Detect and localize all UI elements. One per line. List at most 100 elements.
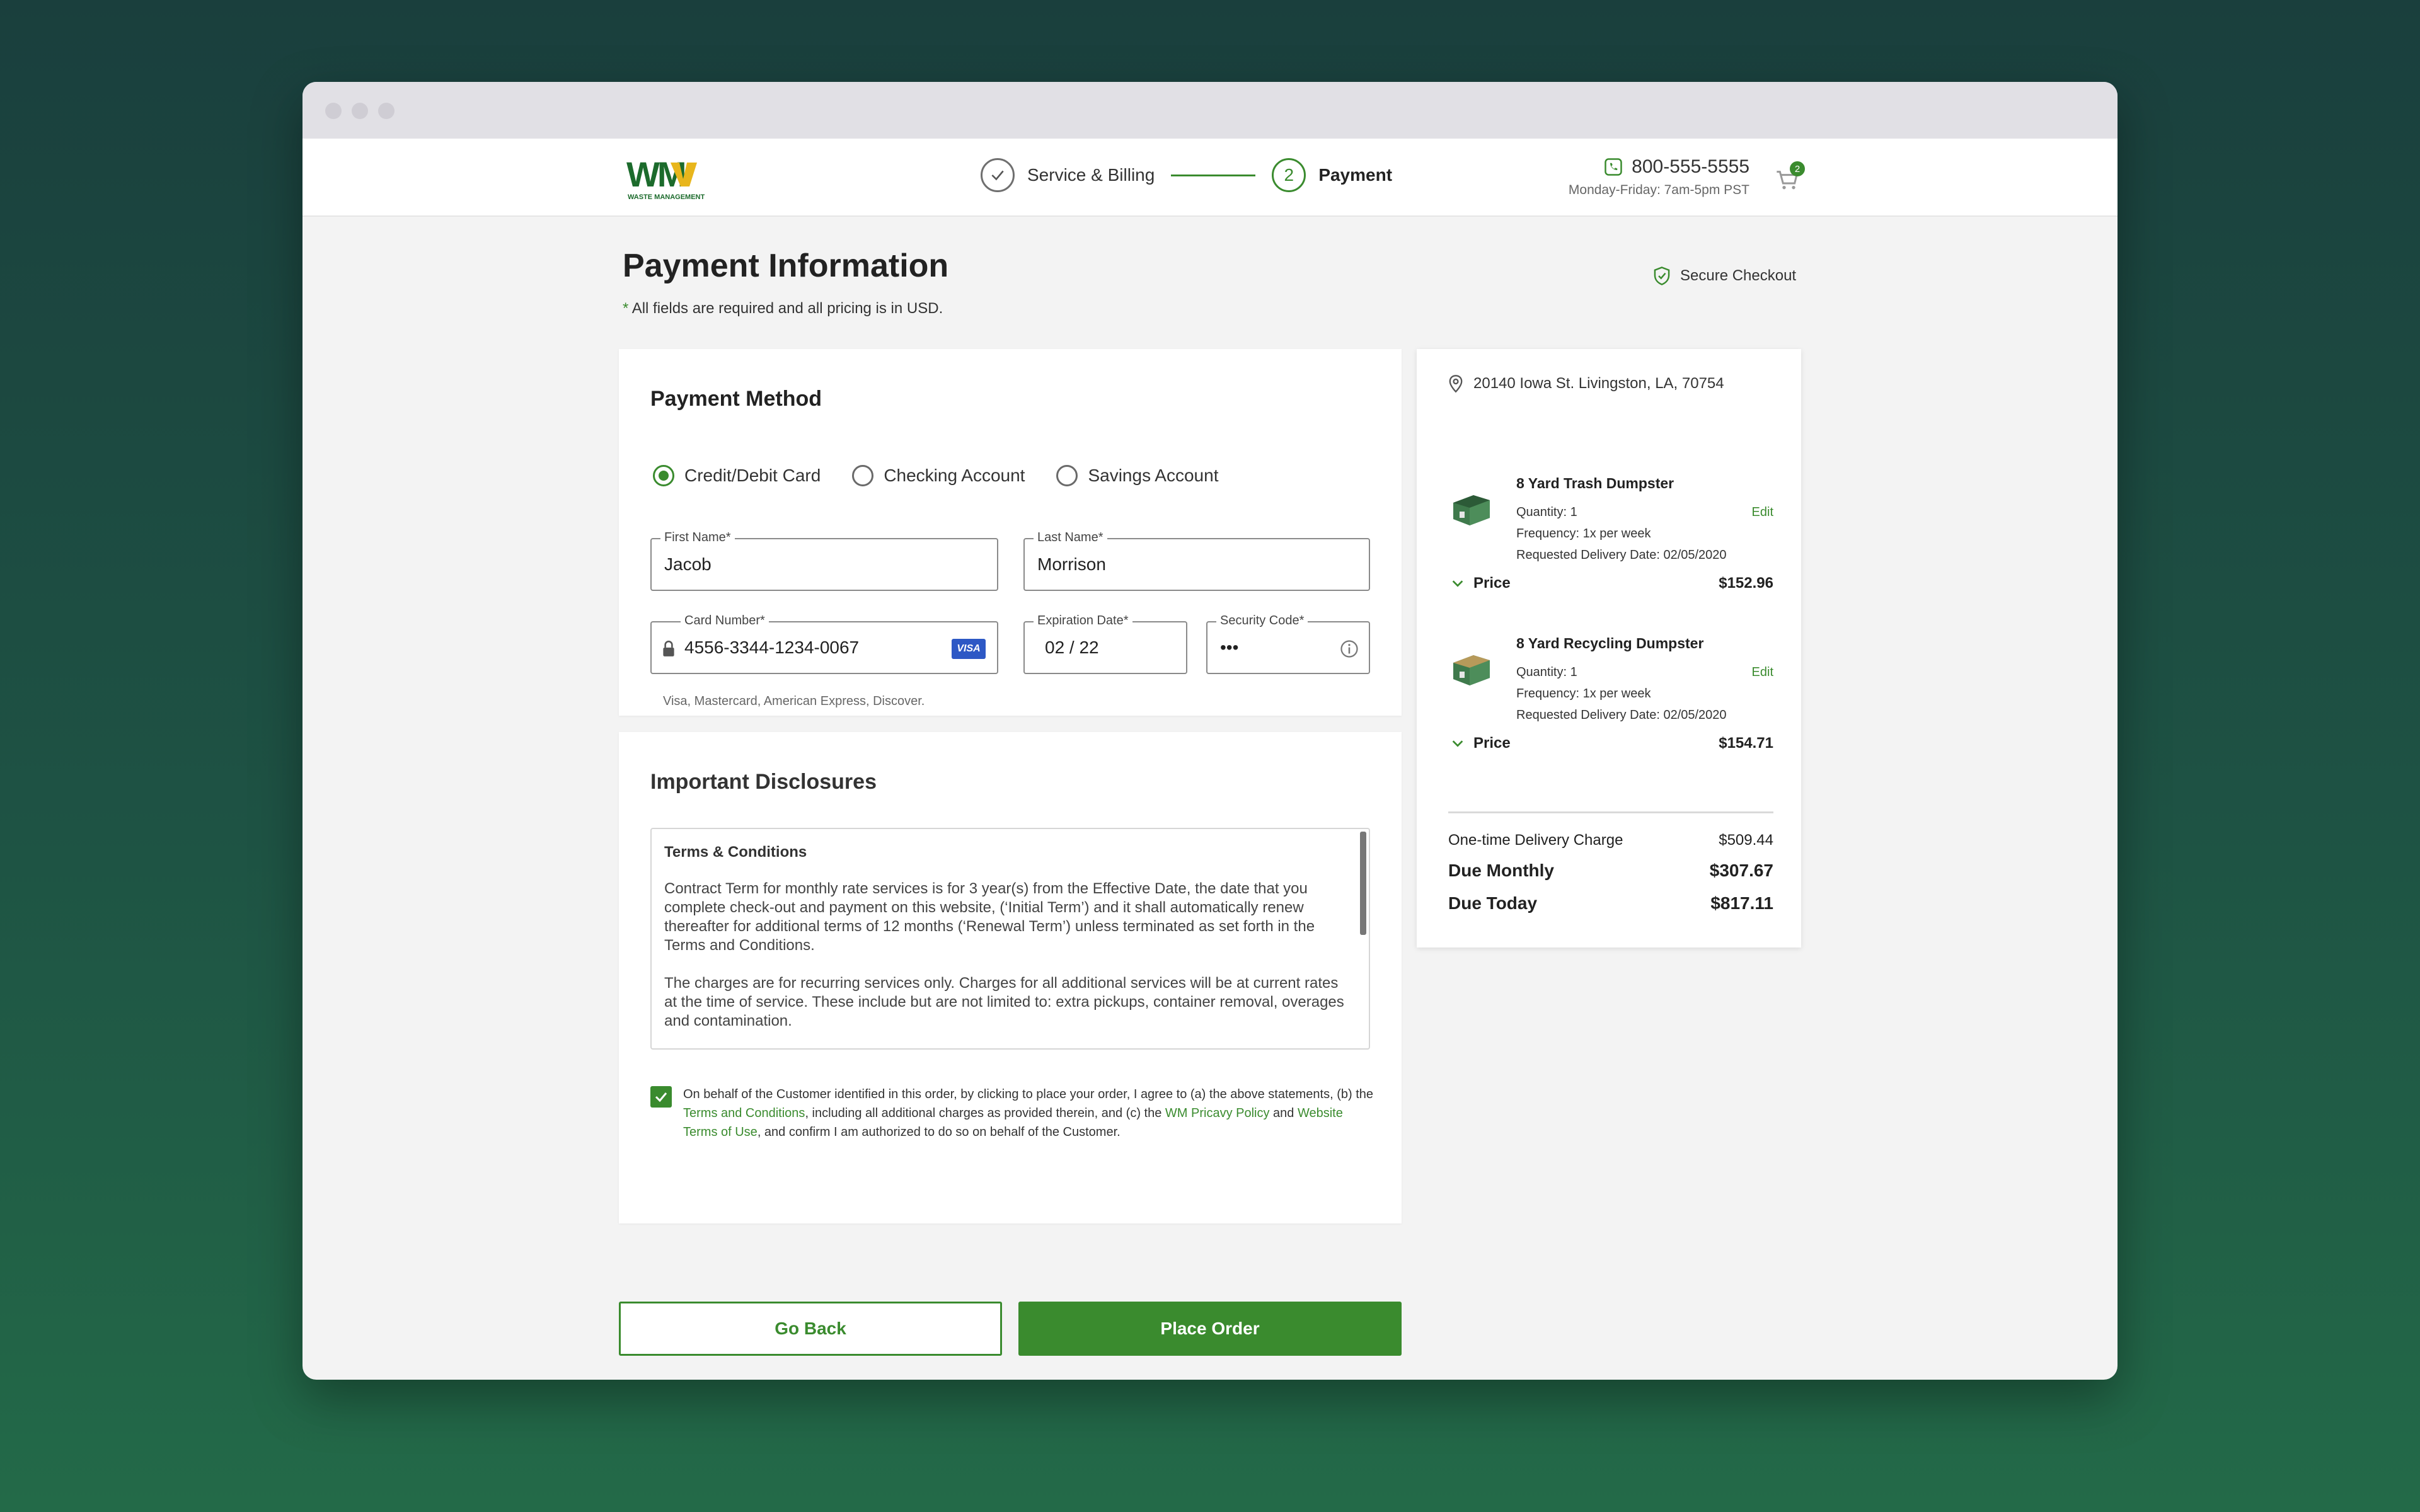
- item-price-row[interactable]: Price $152.96: [1451, 575, 1773, 592]
- expiration-date-label: Expiration Date*: [1034, 614, 1132, 628]
- terms-link[interactable]: Terms and Conditions: [683, 1106, 805, 1120]
- place-order-button[interactable]: Place Order: [1018, 1302, 1402, 1356]
- item-frequency: Frequency: 1x per week: [1516, 527, 1651, 541]
- expiration-date-field[interactable]: Expiration Date* 02 / 22: [1023, 614, 1187, 674]
- trash-dumpster-icon: [1453, 495, 1490, 525]
- visa-card-icon: VISA: [952, 639, 986, 659]
- privacy-policy-link[interactable]: WM Pricavy Policy: [1165, 1106, 1270, 1120]
- last-name-label: Last Name*: [1034, 530, 1107, 545]
- page-title: Payment Information: [623, 248, 949, 284]
- item-price-label: Price: [1473, 575, 1511, 592]
- first-name-field[interactable]: First Name* Jacob: [650, 530, 998, 591]
- service-address-text: 20140 Iowa St. Livingston, LA, 70754: [1473, 375, 1724, 392]
- window-close-dot[interactable]: [325, 103, 342, 119]
- payment-method-title: Payment Method: [650, 387, 822, 411]
- step-1-label[interactable]: Service & Billing: [1027, 165, 1155, 185]
- due-today-value: $817.11: [1710, 893, 1773, 913]
- step-connector: [1171, 174, 1256, 176]
- required-note-text: All fields are required and all pricing …: [628, 300, 943, 317]
- radio-credit-debit-indicator[interactable]: [653, 465, 674, 486]
- info-icon[interactable]: [1340, 639, 1359, 658]
- radio-savings-indicator[interactable]: [1056, 465, 1078, 486]
- expiration-date-value[interactable]: 02 / 22: [1045, 638, 1099, 658]
- item-price-value: $152.96: [1719, 575, 1773, 592]
- card-types-hint: Visa, Mastercard, American Express, Disc…: [663, 694, 925, 708]
- item-price-value: $154.71: [1719, 735, 1773, 752]
- checkmark-icon: [655, 1092, 667, 1102]
- radio-checking-indicator[interactable]: [852, 465, 874, 486]
- browser-window: WM WASTE MANAGEMENT Service & Billing 2 …: [302, 82, 2118, 1380]
- support-hours: Monday-Friday: 7am-5pm PST: [1568, 183, 1749, 197]
- secure-checkout-label: Secure Checkout: [1680, 267, 1797, 284]
- first-name-value[interactable]: Jacob: [664, 554, 712, 575]
- card-number-value[interactable]: 4556-3344-1234-0067: [684, 638, 859, 658]
- terms-paragraph: The charges are for recurring services o…: [664, 975, 1344, 1029]
- order-item: 8 Yard Trash Dumpster Quantity: 1 Edit F…: [1448, 475, 1773, 592]
- site-header: WM WASTE MANAGEMENT Service & Billing 2 …: [302, 139, 2118, 217]
- secure-checkout: Secure Checkout: [1652, 266, 1796, 286]
- delivery-charge-row: One-time Delivery Charge $509.44: [1448, 832, 1773, 849]
- due-today-label: Due Today: [1448, 893, 1538, 913]
- radio-credit-debit-label[interactable]: Credit/Debit Card: [684, 466, 821, 486]
- item-quantity: Quantity: 1: [1516, 505, 1577, 519]
- radio-credit-debit[interactable]: Credit/Debit Card: [653, 465, 821, 486]
- item-edit-link[interactable]: Edit: [1752, 665, 1773, 680]
- payment-method-options: Credit/Debit Card Checking Account Savin…: [653, 465, 1218, 486]
- recycling-dumpster-icon: [1453, 655, 1490, 685]
- order-summary-card: 20140 Iowa St. Livingston, LA, 70754 8 Y…: [1417, 349, 1801, 948]
- shield-check-icon: [1654, 266, 1670, 285]
- terms-scroll-box[interactable]: Terms & Conditions Contract Term for mon…: [650, 828, 1370, 1050]
- step-2-number: 2: [1272, 158, 1306, 192]
- agreement-text: On behalf of the Customer identified in …: [683, 1085, 1375, 1142]
- payment-method-card: Payment Method Credit/Debit Card Checkin…: [619, 349, 1402, 716]
- item-frequency: Frequency: 1x per week: [1516, 687, 1651, 701]
- wm-logo[interactable]: WM WASTE MANAGEMENT: [626, 158, 740, 202]
- required-asterisk: *: [623, 300, 629, 317]
- last-name-value[interactable]: Morrison: [1037, 554, 1106, 575]
- order-item: 8 Yard Recycling Dumpster Quantity: 1 Ed…: [1448, 635, 1773, 752]
- item-name: 8 Yard Recycling Dumpster: [1516, 635, 1704, 651]
- security-code-value[interactable]: •••: [1220, 638, 1238, 658]
- summary-divider: [1448, 811, 1773, 813]
- terms-title: Terms & Conditions: [664, 844, 807, 861]
- agreement: On behalf of the Customer identified in …: [650, 1085, 1375, 1142]
- window-maximize-dot[interactable]: [378, 103, 395, 119]
- chevron-down-icon[interactable]: [1451, 576, 1465, 590]
- lock-icon: [663, 640, 674, 656]
- phone-icon: [1605, 158, 1622, 176]
- logo-subtext: WASTE MANAGEMENT: [628, 193, 705, 201]
- item-price-row[interactable]: Price $154.71: [1451, 735, 1773, 752]
- radio-checking-label[interactable]: Checking Account: [884, 466, 1025, 486]
- checkout-steps: Service & Billing 2 Payment: [981, 158, 1392, 193]
- terms-scrollbar[interactable]: [1360, 832, 1366, 935]
- security-code-field[interactable]: Security Code* •••: [1206, 614, 1370, 674]
- agreement-text-part: and: [1269, 1106, 1298, 1120]
- last-name-field[interactable]: Last Name* Morrison: [1023, 530, 1370, 591]
- cart-count-badge: 2: [1790, 161, 1805, 176]
- step-1-complete-icon[interactable]: [981, 158, 1015, 192]
- radio-checking[interactable]: Checking Account: [852, 465, 1025, 486]
- first-name-label: First Name*: [660, 530, 735, 545]
- required-note: * All fields are required and all pricin…: [623, 300, 943, 318]
- phone-number[interactable]: 800-555-5555: [1632, 156, 1749, 178]
- chevron-down-icon[interactable]: [1451, 736, 1465, 750]
- card-number-field[interactable]: Card Number* 4556-3344-1234-0067 VISA: [650, 614, 998, 674]
- radio-savings[interactable]: Savings Account: [1056, 465, 1218, 486]
- due-monthly-value: $307.67: [1709, 861, 1773, 880]
- step-2-label: Payment: [1318, 165, 1393, 185]
- agree-checkbox[interactable]: [650, 1086, 672, 1108]
- service-address: 20140 Iowa St. Livingston, LA, 70754: [1448, 374, 1724, 393]
- delivery-charge-value: $509.44: [1719, 832, 1773, 849]
- radio-savings-label[interactable]: Savings Account: [1088, 466, 1218, 486]
- security-code-label: Security Code*: [1216, 614, 1308, 628]
- item-edit-link[interactable]: Edit: [1752, 505, 1773, 520]
- agreement-text-part: , and confirm I am authorized to do so o…: [757, 1125, 1121, 1139]
- item-quantity: Quantity: 1: [1516, 665, 1577, 679]
- location-pin-icon: [1449, 375, 1463, 393]
- window-minimize-dot[interactable]: [352, 103, 368, 119]
- due-today-row: Due Today $817.11: [1448, 893, 1773, 914]
- item-price-label: Price: [1473, 735, 1511, 752]
- go-back-button[interactable]: Go Back: [619, 1302, 1002, 1356]
- cart-button[interactable]: 2: [1775, 161, 1805, 193]
- item-name: 8 Yard Trash Dumpster: [1516, 475, 1674, 491]
